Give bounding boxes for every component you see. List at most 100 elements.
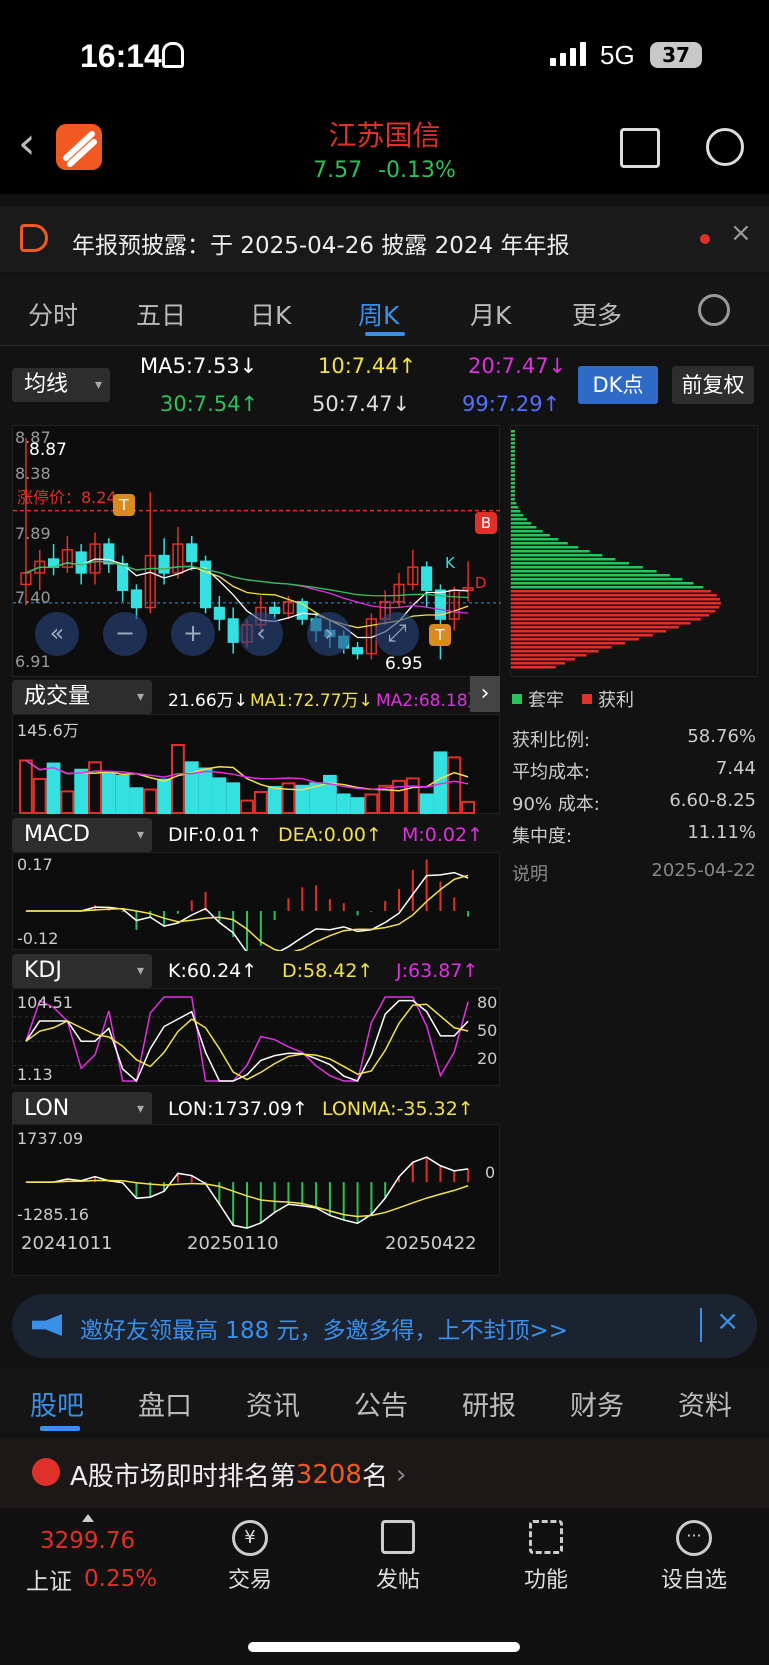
zoom-in-icon[interactable]: + — [171, 612, 215, 656]
kline-chart[interactable]: 8.87 8.87 8.38 涨停价：8.24 7.89 7.40 6.91 6… — [12, 425, 501, 677]
chip-value: 7.44 — [715, 758, 756, 779]
date-start: 20241011 — [21, 1233, 113, 1254]
volume-bar — [19, 759, 33, 814]
kdj-bottom-label: 1.13 — [17, 1065, 53, 1084]
chip-bar — [511, 562, 630, 565]
chip-bar — [511, 474, 515, 477]
index-info[interactable]: 上证 0.25% — [26, 1562, 157, 1596]
chip-bar — [511, 618, 701, 621]
rank-suffix: 名 — [361, 1462, 388, 1492]
share-icon[interactable] — [620, 128, 660, 168]
expand-icon[interactable]: ⤢ — [375, 612, 419, 656]
candle-body — [213, 606, 225, 620]
tab-quote[interactable]: 盘口 — [138, 1384, 192, 1423]
y-label-3: 7.89 — [15, 524, 51, 543]
kdj-k: K:60.24↑ — [168, 960, 258, 982]
adjust-button[interactable]: 前复权 — [672, 366, 754, 404]
promo-banner[interactable]: 邀好友领最高 188 元，多邀多得，上不封顶>> × — [12, 1294, 757, 1358]
volume-bar — [281, 782, 296, 815]
nav-function[interactable]: 功能 — [508, 1520, 584, 1594]
clock: 16:14 — [80, 38, 162, 74]
volume-expand-icon[interactable]: › — [470, 676, 500, 712]
chip-bar — [511, 634, 653, 637]
chip-bar — [511, 578, 683, 581]
tab-news[interactable]: 资讯 — [246, 1384, 300, 1423]
macd-chart[interactable]: 0.17 -0.12 — [12, 852, 500, 951]
chip-bar — [511, 654, 587, 657]
notice-bar[interactable]: 年报预披露：于 2025-04-26 披露 2024 年年报 × — [0, 206, 769, 272]
nav-post[interactable]: 发帖 — [360, 1520, 436, 1594]
chip-bar — [511, 650, 599, 653]
volume-bar — [253, 790, 268, 814]
expand-up-icon[interactable] — [82, 1514, 94, 1522]
tab-profile[interactable]: 资料 — [678, 1384, 732, 1423]
lon-value: LON:1737.09↑ — [168, 1098, 308, 1120]
chip-bar — [511, 582, 694, 585]
volume-chart[interactable]: 145.6万 — [12, 714, 500, 815]
chip-value: 58.76% — [687, 726, 756, 747]
volume-bar — [419, 793, 434, 815]
kdj-selector[interactable]: KDJ — [12, 954, 152, 988]
t-marker-2[interactable]: T — [429, 624, 451, 646]
promo-close-icon[interactable]: × — [716, 1304, 739, 1337]
chip-note-row[interactable]: 说明 2025-04-22 — [512, 860, 756, 888]
b-marker[interactable]: B — [475, 512, 497, 534]
volume-bar — [226, 782, 241, 815]
tab-announcement[interactable]: 公告 — [354, 1384, 408, 1423]
zoom-out-icon[interactable]: − — [103, 612, 147, 656]
ma-selector[interactable]: 均线 — [12, 368, 110, 402]
chip-bar — [511, 614, 710, 617]
tab-five-day[interactable]: 五日 — [136, 296, 186, 332]
chip-bar — [511, 462, 515, 465]
tab-more[interactable]: 更多 — [572, 296, 622, 332]
volume-bar — [46, 762, 61, 814]
nav-trade-label: 交易 — [227, 1568, 272, 1593]
search-icon[interactable] — [706, 128, 744, 166]
chip-key: 平均成本: — [512, 762, 591, 783]
tab-weekly-k[interactable]: 周K — [358, 296, 399, 332]
kdj-chart[interactable]: 104.51 1.13 80 50 20 — [12, 988, 500, 1086]
volume-selector[interactable]: 成交量 — [12, 680, 152, 714]
nav-trade[interactable]: ¥ 交易 — [212, 1520, 288, 1594]
chip-note-link[interactable]: 说明 — [512, 864, 548, 885]
volume-bar — [212, 777, 227, 814]
t-marker[interactable]: T — [113, 494, 135, 516]
tab-monthly-k[interactable]: 月K — [470, 296, 511, 332]
volume-bar — [60, 790, 75, 815]
chip-row: 90% 成本: 6.60-8.25 — [512, 790, 756, 818]
scroll-left-icon[interactable]: « — [35, 612, 79, 656]
nav-watchlist[interactable]: ··· 设自选 — [654, 1520, 734, 1594]
index-value[interactable]: 3299.76 — [40, 1528, 135, 1554]
lon-chart[interactable]: 1737.09 -1285.16 0 20241011 20250110 202… — [12, 1124, 500, 1276]
rank-bar[interactable]: A股市场即时排名第 3208 名 › — [0, 1438, 769, 1508]
dk-button[interactable]: DK点 — [578, 366, 658, 404]
tab-research[interactable]: 研报 — [462, 1384, 516, 1423]
chip-bar — [511, 490, 515, 493]
tab-forum[interactable]: 股吧 — [30, 1384, 84, 1423]
candle-body — [186, 543, 198, 563]
chip-bar — [511, 554, 603, 557]
nav-function-label: 功能 — [523, 1568, 568, 1593]
volume-ma1: MA1:72.77万↓ — [250, 691, 373, 711]
next-icon[interactable]: › — [307, 612, 351, 656]
macd-dif: DIF:0.01↑ — [168, 824, 263, 846]
chip-bar — [511, 466, 515, 469]
close-icon[interactable]: × — [730, 218, 752, 248]
divider — [700, 1308, 702, 1342]
prev-icon[interactable]: ‹ — [239, 612, 283, 656]
lon-selector[interactable]: LON — [12, 1092, 152, 1126]
chip-bar — [511, 510, 521, 513]
macd-selector[interactable]: MACD — [12, 818, 152, 852]
chip-bar — [511, 514, 524, 517]
chip-bar — [511, 630, 667, 633]
ma99-value: 99:7.29↑ — [462, 392, 561, 416]
limit-price-label: 涨停价：8.24 — [17, 488, 117, 507]
tab-intraday[interactable]: 分时 — [28, 296, 78, 332]
gear-icon[interactable] — [698, 294, 730, 326]
rank-text: A股市场即时排名第 3208 名 › — [70, 1456, 406, 1493]
battery-icon: 37 — [650, 42, 702, 68]
candle-body — [351, 647, 364, 655]
tab-daily-k[interactable]: 日K — [250, 296, 291, 332]
kdj-20-label: 20 — [477, 1049, 498, 1068]
tab-finance[interactable]: 财务 — [570, 1384, 624, 1423]
